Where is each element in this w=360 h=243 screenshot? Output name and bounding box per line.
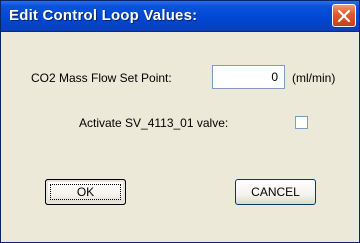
edit-control-loop-dialog: Edit Control Loop Values: CO2 Mass Flow … bbox=[0, 0, 360, 243]
dialog-title: Edit Control Loop Values: bbox=[9, 7, 198, 24]
flow-set-point-label: CO2 Mass Flow Set Point: bbox=[31, 71, 172, 85]
ok-button[interactable]: OK bbox=[45, 179, 126, 205]
activate-valve-checkbox[interactable] bbox=[295, 116, 308, 129]
close-x-icon bbox=[338, 10, 350, 22]
valve-label: Activate SV_4113_01 valve: bbox=[79, 116, 229, 130]
flow-unit-label: (ml/min) bbox=[292, 71, 336, 85]
flow-set-point-input[interactable] bbox=[212, 65, 285, 89]
cancel-button-label: CANCEL bbox=[251, 185, 300, 199]
title-bar[interactable]: Edit Control Loop Values: bbox=[1, 1, 359, 32]
close-button[interactable] bbox=[332, 4, 356, 27]
cancel-button[interactable]: CANCEL bbox=[235, 179, 316, 205]
focus-rectangle bbox=[50, 184, 121, 200]
